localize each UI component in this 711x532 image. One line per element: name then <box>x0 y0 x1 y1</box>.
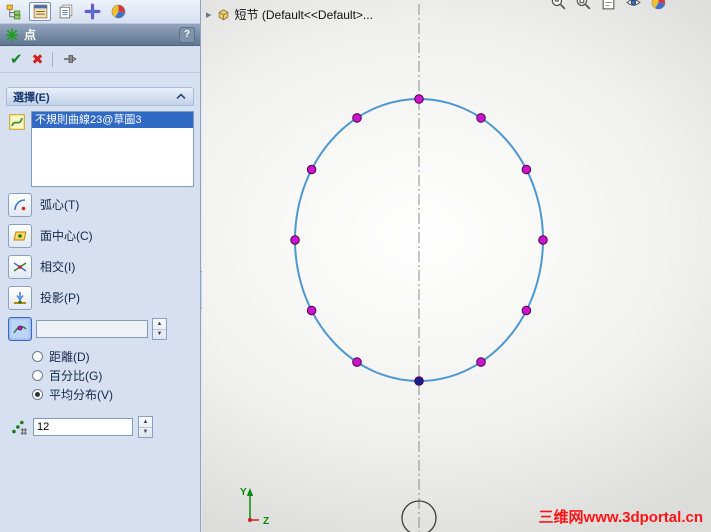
z-axis-label: Z <box>263 516 269 527</box>
solidworks-window: 点 ? ✔ ✖ 選擇(E) 不規則曲線23@草圖3 弧心(T) 面中心(C) 相… <box>0 0 711 532</box>
view-toolbar <box>550 0 667 11</box>
spinner-up-icon[interactable]: ▲ <box>139 417 152 428</box>
tab-display-manager[interactable] <box>107 2 129 21</box>
ok-button[interactable]: ✔ <box>10 50 23 68</box>
help-button[interactable]: ? <box>179 26 195 43</box>
configuration-manager-icon <box>59 4 72 19</box>
divider <box>52 51 54 67</box>
feature-title-bar: 点 ? <box>0 24 200 46</box>
tab-property-manager[interactable] <box>29 2 51 21</box>
property-manager-icon <box>33 4 47 19</box>
point-count-row: ▲ ▼ <box>10 416 194 438</box>
y-axis-label: Y <box>240 487 247 498</box>
option-row-projection: 投影(P) <box>6 282 194 313</box>
view-orientation-eye-icon[interactable] <box>625 0 642 11</box>
projection-button[interactable] <box>8 285 32 310</box>
spinner-down-icon[interactable]: ▼ <box>139 428 152 438</box>
selection-area: 不規則曲線23@草圖3 <box>6 111 194 187</box>
distance-radio-label: 距離(D) <box>49 350 90 364</box>
arc-center-label: 弧心(T) <box>40 198 80 212</box>
selection-listbox[interactable]: 不規則曲線23@草圖3 <box>31 111 194 187</box>
count-spinner[interactable]: ▲ ▼ <box>138 416 153 438</box>
feature-manager-icon <box>6 4 20 20</box>
spline-selection-icon <box>9 114 25 130</box>
cancel-button[interactable]: ✖ <box>32 51 44 68</box>
point-on-curve-icon <box>13 325 27 334</box>
distribution-radio-group: 距離(D) 百分比(G) 平均分布(V) <box>32 347 194 404</box>
selected-entity-row[interactable]: 不規則曲線23@草圖3 <box>32 112 193 128</box>
option-row-intersection: 相交(I) <box>6 251 194 282</box>
spinner-down-icon[interactable]: ▼ <box>153 330 166 340</box>
group-header-label: 選擇(E) <box>13 91 50 104</box>
distance-radio[interactable] <box>32 351 43 362</box>
point-count-input[interactable] <box>33 418 133 436</box>
sketch-point[interactable] <box>476 357 486 367</box>
zoom-to-area-icon[interactable] <box>575 0 592 11</box>
reference-value-input[interactable] <box>36 320 148 338</box>
intersection-label: 相交(I) <box>40 260 76 274</box>
sketch-point[interactable] <box>538 235 548 245</box>
point-feature-icon <box>5 28 19 41</box>
face-center-icon <box>13 231 27 240</box>
projection-icon <box>14 291 26 304</box>
reference-spinner[interactable]: ▲ ▼ <box>152 318 167 340</box>
sketch-point[interactable] <box>352 113 362 123</box>
coordinate-triad: Y Z <box>240 487 269 527</box>
sketch-point[interactable] <box>306 164 317 175</box>
sketch-point[interactable] <box>521 305 532 316</box>
sketch-point[interactable] <box>414 94 424 104</box>
arc-center-icon <box>14 198 26 210</box>
sketch-canvas[interactable]: Y Z <box>202 0 711 532</box>
evenly-distribute-radio[interactable] <box>32 389 43 400</box>
watermark-text: 三维网www.3dportal.cn <box>538 509 703 526</box>
projection-label: 投影(P) <box>40 291 80 305</box>
tab-feature-manager[interactable] <box>3 2 25 21</box>
intersection-button[interactable] <box>8 254 32 279</box>
sketch-point[interactable] <box>521 164 532 175</box>
radio-row-percentage[interactable]: 百分比(G) <box>32 366 194 385</box>
manager-tabs-bar <box>0 0 200 24</box>
property-manager-panel: 点 ? ✔ ✖ 選擇(E) 不規則曲線23@草圖3 弧心(T) 面中心(C) 相… <box>0 0 201 532</box>
sketch-point[interactable] <box>476 113 486 123</box>
part-document-icon <box>218 8 228 20</box>
option-row-arc-center: 弧心(T) <box>6 189 194 220</box>
radio-row-distance[interactable]: 距離(D) <box>32 347 194 366</box>
option-row-face-center: 面中心(C) <box>6 220 194 251</box>
flyout-tree-arrow-icon[interactable]: ▸ <box>206 8 212 21</box>
display-style-icon[interactable] <box>650 0 667 11</box>
sketch-point-bottom[interactable] <box>414 376 424 386</box>
percentage-radio-label: 百分比(G) <box>49 369 103 383</box>
intersection-icon <box>13 261 27 272</box>
point-on-curve-button[interactable] <box>8 317 32 341</box>
selection-group-header[interactable]: 選擇(E) <box>6 87 194 106</box>
point-count-icon <box>12 420 27 435</box>
document-header: ▸ 短节 (Default<<Default>... <box>206 6 373 23</box>
face-center-label: 面中心(C) <box>40 229 93 243</box>
confirmation-bar: ✔ ✖ <box>0 46 200 73</box>
radio-row-evenly-distribute[interactable]: 平均分布(V) <box>32 385 194 404</box>
panel-title: 点 <box>24 28 37 42</box>
spinner-up-icon[interactable]: ▲ <box>153 319 166 330</box>
graphics-area[interactable]: ▸ 短节 (Default<<Default>... Y Z 三维网www.3d… <box>202 0 711 532</box>
display-manager-icon <box>111 4 125 19</box>
face-center-button[interactable] <box>8 223 32 248</box>
document-title[interactable]: 短节 (Default<<Default>... <box>235 6 373 23</box>
zoom-out-icon[interactable] <box>550 0 567 11</box>
arc-center-button[interactable] <box>8 192 32 217</box>
sketch-point[interactable] <box>290 235 300 245</box>
distribute-parameter-row: ▲ ▼ <box>8 317 194 341</box>
chevron-up-icon <box>176 93 186 100</box>
evenly-distribute-radio-label: 平均分布(V) <box>49 388 113 402</box>
panel-body: 選擇(E) 不規則曲線23@草圖3 弧心(T) 面中心(C) 相交(I) 投影(… <box>0 73 200 438</box>
tab-configuration-manager[interactable] <box>55 2 77 21</box>
sketch-point[interactable] <box>306 305 317 316</box>
dimxpert-manager-icon <box>84 3 100 20</box>
sketch-point[interactable] <box>352 357 362 367</box>
tab-dimxpert-manager[interactable] <box>81 2 103 21</box>
percentage-radio[interactable] <box>32 370 43 381</box>
zoom-to-fit-icon[interactable] <box>600 0 617 11</box>
keep-visible-pin-icon[interactable] <box>62 51 78 67</box>
